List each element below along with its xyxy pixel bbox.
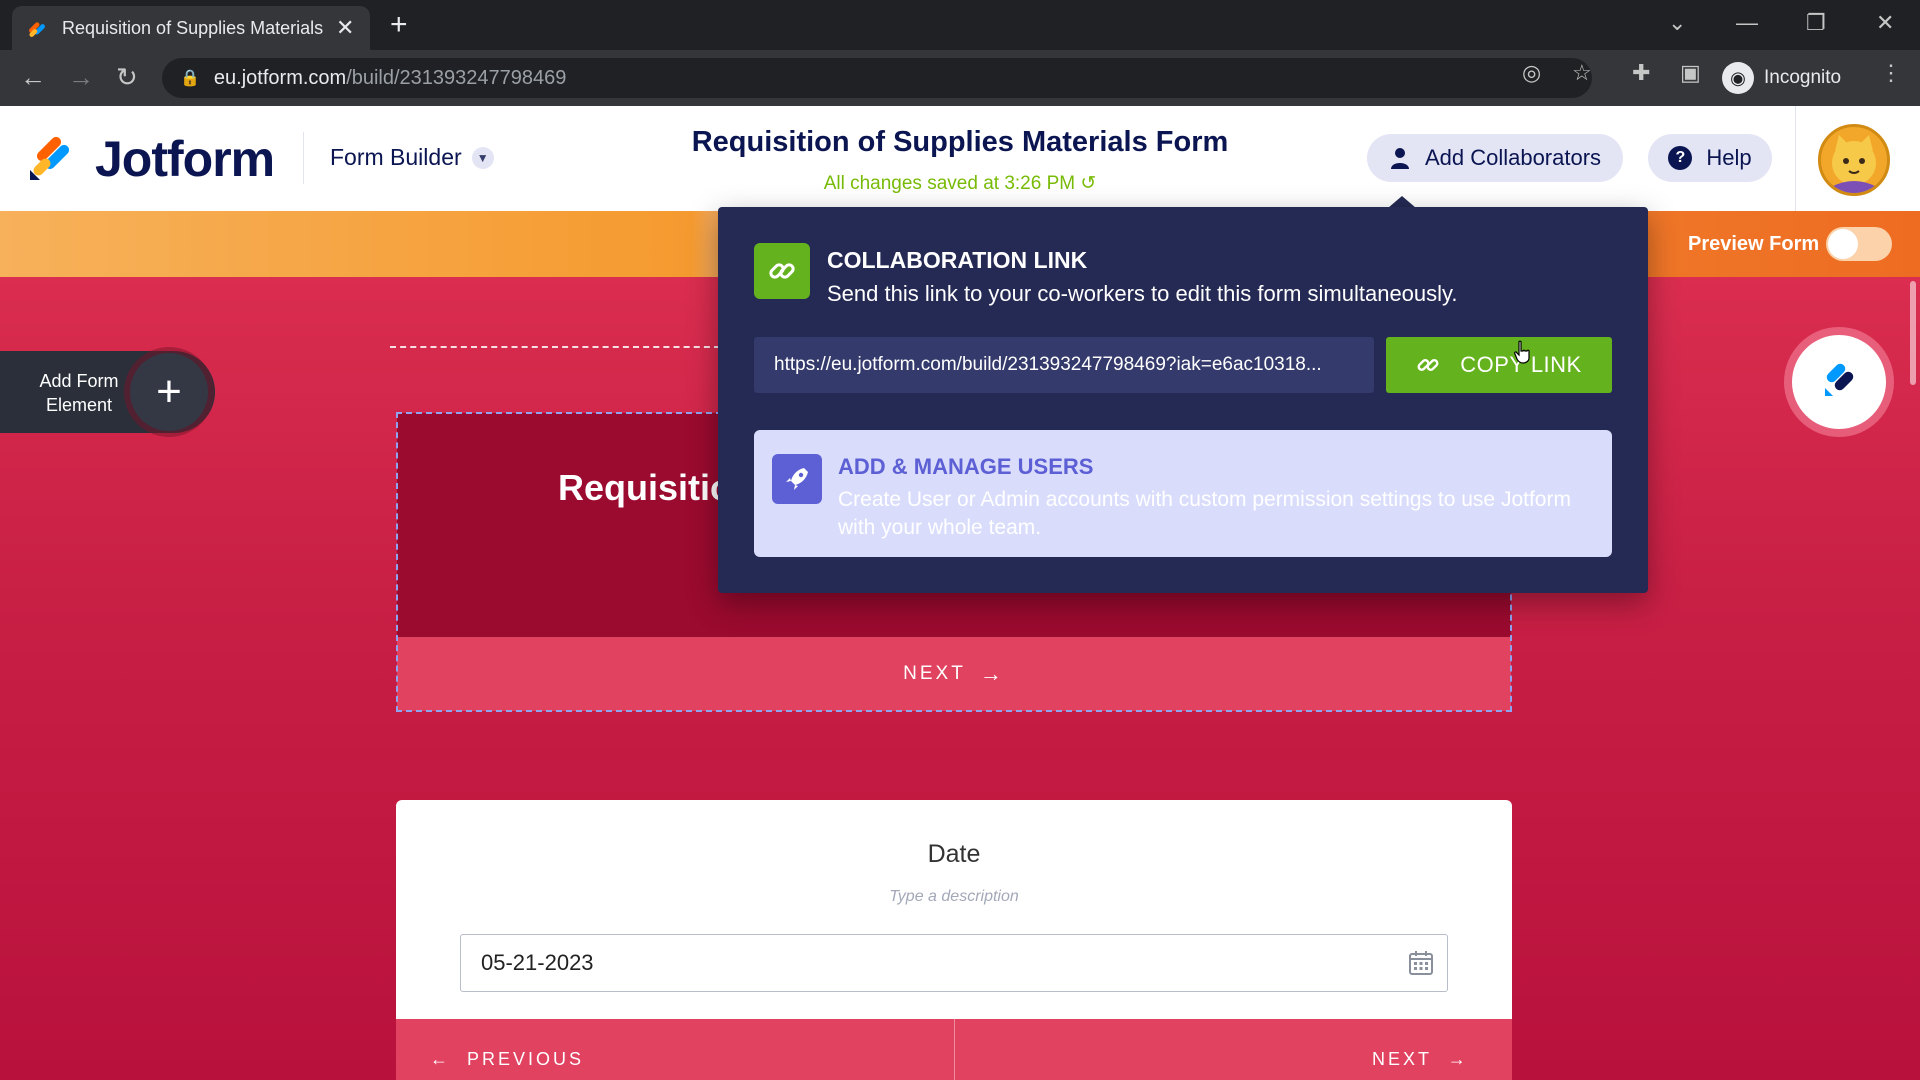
- date-question-card[interactable]: Date Type a description ← PREVIOUS NEXT …: [396, 800, 1512, 1080]
- calendar-icon[interactable]: [1408, 950, 1434, 976]
- close-tab-icon[interactable]: ✕: [336, 15, 354, 41]
- app-header: Jotform Form Builder ▼ Requisition of Su…: [0, 106, 1920, 211]
- extensions-icon[interactable]: ✚: [1632, 60, 1650, 86]
- browser-tab[interactable]: Requisition of Supplies Materials Form ✕: [12, 6, 370, 50]
- profile-label: Incognito: [1764, 67, 1842, 88]
- add-manage-users-description: Create User or Admin accounts with custo…: [838, 488, 1571, 539]
- help-label: Help: [1706, 145, 1752, 170]
- incognito-profile[interactable]: ◉ Incognito: [1722, 58, 1841, 98]
- preview-form-label: Preview Form: [1688, 233, 1820, 255]
- copy-link-button[interactable]: COPY LINK: [1386, 337, 1612, 393]
- next-page-button[interactable]: NEXT →: [1372, 1049, 1469, 1070]
- page-scrollbar[interactable]: [1906, 277, 1920, 1080]
- address-bar[interactable]: 🔒 eu.jotform.com/build/231393247798469: [162, 58, 1592, 98]
- preview-form-toggle[interactable]: [1826, 227, 1892, 261]
- add-form-element-button[interactable]: Add Form Element +: [0, 351, 215, 433]
- pagination-footer: ← PREVIOUS NEXT →: [396, 1019, 1512, 1080]
- jotform-favicon-icon: [29, 22, 45, 37]
- arrow-right-icon: →: [979, 661, 1005, 686]
- link-icon: [1417, 359, 1439, 371]
- back-icon[interactable]: ←: [20, 62, 46, 92]
- header-divider: [303, 132, 304, 184]
- jotform-logo-icon: [30, 136, 70, 180]
- scrollbar-thumb[interactable]: [1910, 281, 1916, 385]
- collaboration-popover: COLLABORATION LINK Send this link to you…: [718, 207, 1648, 593]
- date-input[interactable]: [460, 934, 1448, 992]
- question-icon: ?: [1668, 146, 1693, 170]
- previous-label: PREVIOUS: [467, 1049, 585, 1069]
- date-description[interactable]: Type a description: [396, 888, 1512, 906]
- rocket-icon: [772, 454, 822, 504]
- add-form-element-label: Add Form Element: [39, 371, 119, 415]
- collaboration-link-title: COLLABORATION LINK: [827, 247, 1088, 273]
- arrow-left-icon: ←: [430, 1049, 451, 1069]
- mouse-pointer-icon: [1514, 340, 1530, 364]
- toggle-knob: [1828, 229, 1858, 259]
- browser-menu-icon[interactable]: ⋮: [1880, 60, 1902, 86]
- next-page-label: NEXT: [1372, 1049, 1432, 1069]
- date-field-label[interactable]: Date: [396, 840, 1512, 869]
- plus-icon: +: [130, 353, 208, 431]
- form-title[interactable]: Requisition of Supplies Materials Form: [580, 126, 1340, 159]
- reload-icon[interactable]: ↻: [116, 62, 138, 92]
- form-builder-dropdown[interactable]: Form Builder ▼: [330, 144, 494, 171]
- add-collaborators-label: Add Collaborators: [1424, 145, 1602, 170]
- add-collaborators-button[interactable]: Add Collaborators: [1367, 134, 1623, 182]
- new-tab-button[interactable]: +: [390, 10, 408, 40]
- footer-divider: [954, 1019, 955, 1080]
- person-icon: [1390, 148, 1409, 169]
- bookmark-star-icon[interactable]: ☆: [1572, 60, 1592, 86]
- close-window-icon[interactable]: ✕: [1876, 10, 1894, 36]
- tab-search-icon[interactable]: ⌄: [1668, 10, 1686, 36]
- save-status-text: All changes saved at 3:26 PM: [823, 173, 1076, 194]
- lock-icon: 🔒: [180, 70, 200, 87]
- form-builder-label: Form Builder: [330, 144, 462, 170]
- incognito-icon: ◉: [1722, 62, 1754, 94]
- paint-roller-icon: [1825, 363, 1854, 396]
- browser-tab-strip: Requisition of Supplies Materials Form ✕…: [0, 0, 1920, 50]
- url-path: /build/231393247798469: [346, 66, 567, 89]
- next-button[interactable]: NEXT →: [397, 637, 1511, 711]
- chevron-down-icon: ▼: [471, 146, 494, 169]
- add-manage-users-title: ADD & MANAGE USERS: [838, 454, 1094, 479]
- collaboration-link-field[interactable]: https://eu.jotform.com/build/23139324779…: [754, 337, 1374, 393]
- logo-text[interactable]: Jotform: [95, 130, 275, 188]
- save-status: All changes saved at 3:26 PM ↺: [580, 172, 1340, 195]
- arrow-right-icon: →: [1447, 1049, 1469, 1069]
- refresh-icon: ↺: [1080, 173, 1097, 194]
- page-break-line: [390, 346, 720, 348]
- tab-title: Requisition of Supplies Materials Form: [62, 17, 324, 38]
- side-panel-icon[interactable]: ▣: [1680, 60, 1701, 86]
- browser-toolbar: ← → ↻ 🔒 eu.jotform.com/build/23139324779…: [0, 50, 1920, 106]
- add-manage-users-card[interactable]: ADD & MANAGE USERS Create User or Admin …: [754, 430, 1612, 557]
- previous-button[interactable]: ← PREVIOUS: [430, 1049, 584, 1070]
- tracking-protection-icon[interactable]: ◎: [1522, 60, 1541, 86]
- form-designer-button[interactable]: [1792, 335, 1886, 429]
- url-host: eu.jotform.com: [213, 66, 347, 89]
- link-icon: [754, 243, 810, 299]
- minimize-icon[interactable]: —: [1736, 10, 1758, 36]
- restore-icon[interactable]: ❐: [1806, 10, 1826, 36]
- header-divider-right: [1795, 106, 1796, 211]
- forward-icon[interactable]: →: [68, 62, 94, 92]
- user-avatar[interactable]: [1818, 124, 1890, 196]
- help-button[interactable]: ? Help: [1648, 134, 1772, 182]
- collaboration-link-subtitle: Send this link to your co-workers to edi…: [827, 281, 1458, 306]
- form-header-title[interactable]: Requisitio: [558, 467, 732, 509]
- next-label: NEXT: [903, 663, 966, 684]
- avatar-cat-icon: [1831, 135, 1877, 193]
